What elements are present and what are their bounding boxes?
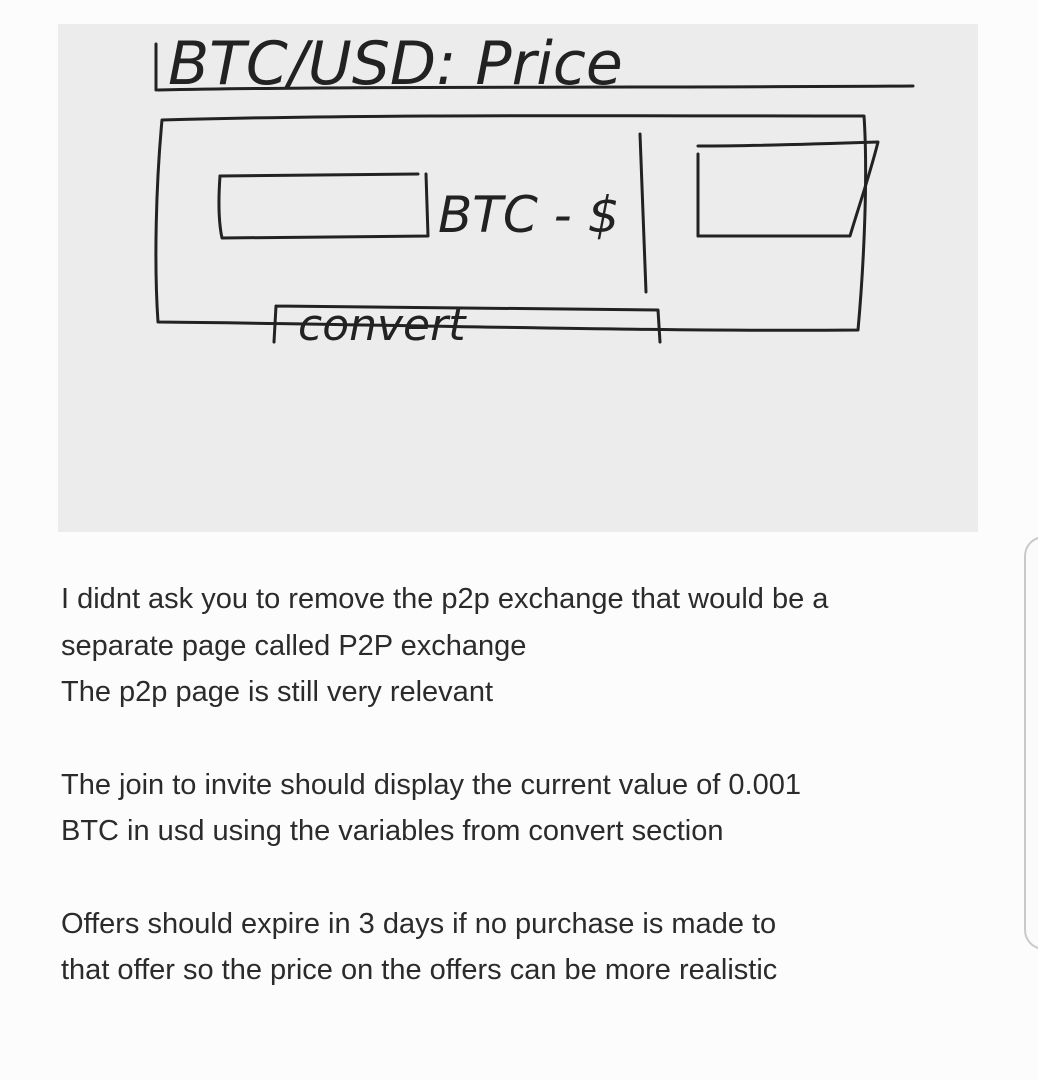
sketch-convert-button: convert bbox=[298, 300, 467, 351]
hand-drawn-mockup: BTC/USD: Price BTC - $ convert bbox=[154, 29, 915, 351]
sketch-image: BTC/USD: Price BTC - $ convert bbox=[58, 24, 978, 532]
message-line: BTC in usd using the variables from conv… bbox=[61, 815, 724, 847]
message-body: I didnt ask you to remove the p2p exchan… bbox=[61, 576, 991, 994]
message-line: separate page called P2P exchange bbox=[61, 629, 527, 662]
message-line: I didnt ask you to remove the p2p exchan… bbox=[61, 583, 829, 615]
message-line: The join to invite should display the cu… bbox=[61, 768, 801, 801]
sketch-title: BTC/USD: Price bbox=[168, 29, 623, 99]
message-line: that offer so the price on the offers ca… bbox=[61, 954, 778, 986]
edge-panel-handle[interactable] bbox=[1024, 536, 1038, 950]
message-line: The p2p page is still very relevant bbox=[61, 676, 493, 708]
message-line: Offers should expire in 3 days if no pur… bbox=[61, 907, 777, 940]
sketch-mid-label: BTC - $ bbox=[438, 186, 619, 244]
